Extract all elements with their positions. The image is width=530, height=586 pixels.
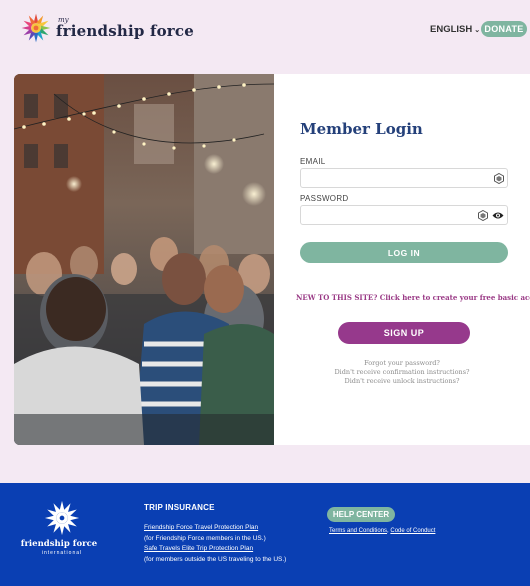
forgot-password-link[interactable]: Forgot your password? [274,359,530,368]
trip-insurance-section: TRIP INSURANCE [144,503,215,512]
sign-up-button[interactable]: SIGN UP [338,322,470,344]
site-footer: friendship force international TRIP INSU… [0,483,530,586]
password-manager-icon[interactable] [494,173,504,184]
friendship-star-logo-icon [21,13,51,43]
hero-photo [14,74,274,445]
account-help-links: Forgot your password? Didn't receive con… [274,359,530,386]
trip-insurance-links: Friendship Force Travel Protection Plan … [144,523,286,565]
password-manager-icon[interactable] [478,210,488,221]
logo-name-text: friendship force [56,21,194,40]
donate-button[interactable]: DONATE [481,21,527,37]
legal-links: Terms and Conditions, Code of Conduct [329,528,435,534]
footer-logo-name: friendship force [20,539,98,549]
language-label: ENGLISH [430,24,473,35]
log-in-button[interactable]: LOG IN [300,242,508,263]
crowd-photo-illustration [14,74,274,445]
password-field-wrapper [300,205,508,225]
site-logo[interactable]: my friendship force [20,12,194,44]
safe-travels-elite-link[interactable]: Safe Travels Elite Trip Protection Plan [144,544,286,555]
help-center-button[interactable]: HELP CENTER [327,507,395,522]
password-label: PASSWORD [300,194,349,203]
terms-and-conditions-link[interactable]: Terms and Conditions [329,528,387,534]
travel-protection-plan-note: (for Friendship Force members in the US.… [144,534,266,542]
travel-protection-plan-link[interactable]: Friendship Force Travel Protection Plan [144,523,286,534]
show-password-eye-icon[interactable] [492,211,504,220]
safe-travels-elite-note: (for members outside the US traveling to… [144,555,287,563]
email-input[interactable] [301,170,461,188]
footer-logo[interactable]: friendship force international [21,499,102,556]
create-account-link[interactable]: NEW TO THIS SITE? Click here to create y… [296,293,530,302]
email-label: EMAIL [300,157,326,166]
login-panel: Member Login EMAIL PASSWORD LOG IN NEW T… [274,74,530,445]
trip-insurance-heading: TRIP INSURANCE [144,503,215,512]
email-field-wrapper [300,168,508,188]
resend-confirmation-link[interactable]: Didn't receive confirmation instructions… [274,368,530,377]
chevron-down-icon: ⌄ [474,26,481,34]
password-input[interactable] [301,207,461,225]
site-header: my friendship force ENGLISH ⌄ DONATE [0,0,530,62]
language-selector[interactable]: ENGLISH ⌄ [430,24,480,35]
resend-unlock-link[interactable]: Didn't receive unlock instructions? [274,377,530,386]
footer-logo-subtitle: international [41,550,83,556]
code-of-conduct-link[interactable]: Code of Conduct [390,528,435,534]
page-title: Member Login [300,120,423,138]
friendship-star-logo-icon [44,500,80,536]
